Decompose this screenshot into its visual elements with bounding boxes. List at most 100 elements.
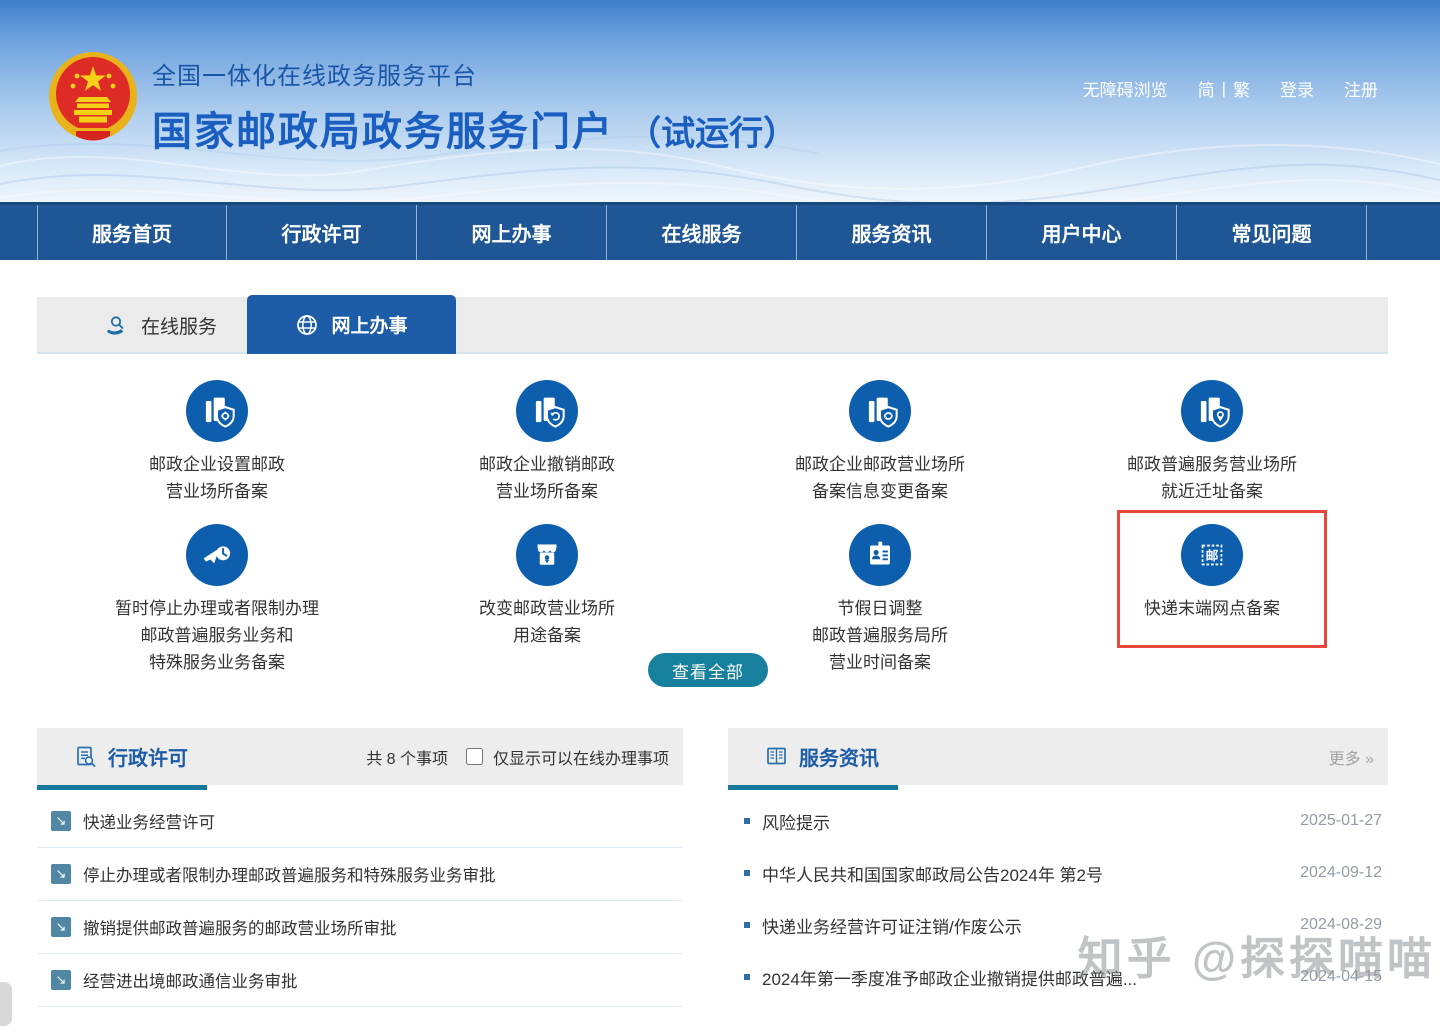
news-item-title: 中华人民共和国国家邮政局公告2024年 第2号 (762, 861, 1103, 886)
service-item-label: 邮政企业邮政营业场所 备案信息变更备案 (795, 451, 965, 505)
service-item-label: 邮政企业撤销邮政 营业场所备案 (479, 451, 615, 505)
service-item-label: 快递末端网点备案 (1144, 595, 1280, 622)
register-link[interactable]: 注册 (1344, 76, 1378, 101)
bullet-icon (744, 818, 750, 824)
panel-title-underline (728, 785, 898, 790)
list-item-revoke-approval[interactable]: ↘ 撤销提供邮政普遍服务的邮政营业场所审批 (37, 901, 683, 954)
service-news-header: 服务资讯 更多 » (728, 728, 1388, 785)
list-item-label: 快递业务经营许可 (83, 809, 215, 833)
lang-traditional-link[interactable]: 繁 (1233, 76, 1250, 101)
service-item-revoke-postal-premises[interactable]: 邮政企业撤销邮政 营业场所备案 (397, 380, 697, 505)
stamp-icon: 邮 (1181, 524, 1243, 586)
list-item-express-license[interactable]: ↘ 快递业务经营许可 (37, 795, 683, 848)
more-link[interactable]: 更多 » (1329, 745, 1374, 769)
tab-online-handling[interactable]: 网上办事 (247, 295, 456, 354)
national-emblem-logo (46, 50, 140, 146)
tab-online-service-label: 在线服务 (141, 312, 217, 339)
online-only-checkbox[interactable] (466, 748, 483, 765)
bullet-icon (744, 974, 750, 980)
list-item-label: 停止办理或者限制办理邮政普遍服务和特殊服务业务审批 (83, 862, 496, 886)
service-news-title: 服务资讯 (765, 742, 879, 771)
nav-item-online-handling[interactable]: 网上办事 (417, 205, 607, 260)
arrow-icon: ↘ (51, 864, 71, 884)
tab-online-handling-label: 网上办事 (331, 311, 407, 338)
list-item-cross-border-approval[interactable]: ↘ 经营进出境邮政通信业务审批 (37, 954, 683, 1007)
nav-item-admin-license[interactable]: 行政许可 (227, 205, 417, 260)
language-switch: 简 | 繁 (1198, 76, 1250, 101)
service-item-change-premises-use[interactable]: 改变邮政营业场所 用途备案 (397, 524, 697, 649)
nav-item-faq[interactable]: 常见问题 (1177, 205, 1367, 260)
service-news-title-text: 服务资讯 (799, 742, 879, 771)
header-links: 无障碍浏览 简 | 繁 登录 注册 (1083, 76, 1378, 101)
arrow-icon: ↘ (51, 917, 71, 937)
item-count-text: 共 8 个事项 (366, 745, 448, 769)
service-item-suspend-services[interactable]: 暂时停止办理或者限制办理 邮政普遍服务业务和 特殊服务业务备案 (67, 524, 367, 676)
docs-shield-gear-icon (186, 380, 248, 442)
panel-title-underline (37, 785, 207, 790)
tab-online-service[interactable]: 在线服务 (77, 297, 245, 354)
service-item-label: 节假日调整 邮政普遍服务局所 营业时间备案 (812, 595, 948, 676)
news-item-q1-2024-approval[interactable]: 2024年第一季度准予邮政企业撤销提供邮政普遍... 2024-04-15 (728, 951, 1388, 1003)
lang-simplified-link[interactable]: 简 (1198, 76, 1215, 101)
nav-item-service-news[interactable]: 服务资讯 (797, 205, 987, 260)
docs-shield-sync-icon (849, 380, 911, 442)
platform-title: 全国一体化在线政务服务平台 (152, 56, 797, 91)
hand-magnifier-icon (105, 314, 129, 338)
site-title-suffix: （试运行） (627, 115, 797, 153)
news-item-date: 2024-09-12 (1300, 864, 1382, 882)
service-item-express-endpoint-filing[interactable]: 邮 快递末端网点备案 (1062, 524, 1362, 622)
list-item-suspend-approval[interactable]: ↘ 停止办理或者限制办理邮政普遍服务和特殊服务业务审批 (37, 848, 683, 901)
online-only-label: 仅显示可以在线办理事项 (493, 745, 669, 769)
site-title-text: 国家邮政局政务服务门户 (152, 110, 614, 154)
admin-license-controls: 共 8 个事项 仅显示可以在线办理事项 (366, 745, 669, 769)
news-item-title: 2024年第一季度准予邮政企业撤销提供邮政普遍... (762, 965, 1137, 990)
docs-shield-undo-icon (516, 380, 578, 442)
nav-item-online-service[interactable]: 在线服务 (607, 205, 797, 260)
accessibility-link[interactable]: 无障碍浏览 (1083, 76, 1168, 101)
service-item-relocation-filing[interactable]: 邮政普遍服务营业场所 就近迁址备案 (1062, 380, 1362, 505)
news-item-title: 快递业务经营许可证注销/作废公示 (762, 913, 1022, 938)
nav-item-user-center[interactable]: 用户中心 (987, 205, 1177, 260)
admin-license-panel: 行政许可 共 8 个事项 仅显示可以在线办理事项 ↘ 快递业务经营许可 ↘ 停止… (37, 728, 683, 1008)
list-item-label: 经营进出境邮政通信业务审批 (83, 968, 298, 992)
admin-license-list: ↘ 快递业务经营许可 ↘ 停止办理或者限制办理邮政普遍服务和特殊服务业务审批 ↘… (37, 795, 683, 1007)
site-title: 国家邮政局政务服务门户 （试运行） (152, 99, 797, 157)
service-item-change-filing-info[interactable]: 邮政企业邮政营业场所 备案信息变更备案 (730, 380, 1030, 505)
service-item-holiday-hours[interactable]: 节假日调整 邮政普遍服务局所 营业时间备案 (730, 524, 1030, 676)
login-link[interactable]: 登录 (1280, 76, 1314, 101)
news-item-risk-notice[interactable]: 风险提示 2025-01-27 (728, 795, 1388, 847)
service-news-list: 风险提示 2025-01-27 中华人民共和国国家邮政局公告2024年 第2号 … (728, 795, 1388, 1003)
service-item-setup-postal-premises[interactable]: 邮政企业设置邮政 营业场所备案 (67, 380, 367, 505)
main-navigation: 服务首页 行政许可 网上办事 在线服务 服务资讯 用户中心 常见问题 (0, 202, 1440, 260)
service-news-panel: 服务资讯 更多 » 风险提示 2025-01-27 中华人民共和国国家邮政局公告… (728, 728, 1388, 1008)
news-item-title: 风险提示 (762, 809, 830, 834)
service-item-label: 邮政企业设置邮政 营业场所备案 (149, 451, 285, 505)
service-tabbar: 在线服务 网上办事 (37, 297, 1388, 354)
news-item-date: 2024-08-29 (1300, 916, 1382, 934)
floating-widget-edge[interactable] (0, 982, 12, 1026)
globe-icon (295, 313, 319, 337)
news-item-date: 2025-01-27 (1300, 812, 1382, 830)
lang-divider: | (1222, 79, 1226, 99)
service-item-label: 暂时停止办理或者限制办理 邮政普遍服务业务和 特殊服务业务备案 (115, 595, 319, 676)
docs-shield-pin-icon (1181, 380, 1243, 442)
bullet-icon (744, 870, 750, 876)
store-pin-icon (516, 524, 578, 586)
admin-license-title: 行政许可 (74, 742, 188, 771)
id-card-icon (849, 524, 911, 586)
admin-license-header: 行政许可 共 8 个事项 仅显示可以在线办理事项 (37, 728, 683, 785)
page-header: 全国一体化在线政务服务平台 国家邮政局政务服务门户 （试运行） 无障碍浏览 简 … (0, 0, 1440, 202)
bullet-icon (744, 922, 750, 928)
news-item-announcement-2024-2[interactable]: 中华人民共和国国家邮政局公告2024年 第2号 2024-09-12 (728, 847, 1388, 899)
view-all-button[interactable]: 查看全部 (648, 653, 768, 687)
services-grid: 邮政企业设置邮政 营业场所备案 邮政企业撤销邮政 营业场所备案 (37, 356, 1388, 712)
news-item-date: 2024-04-15 (1300, 968, 1382, 986)
news-item-license-cancellation[interactable]: 快递业务经营许可证注销/作废公示 2024-08-29 (728, 899, 1388, 951)
newspaper-icon (765, 745, 789, 769)
admin-license-title-text: 行政许可 (108, 742, 188, 771)
document-magnifier-icon (74, 745, 98, 769)
nav-item-home[interactable]: 服务首页 (37, 205, 227, 260)
stamp-character: 邮 (1206, 548, 1219, 563)
list-item-label: 撤销提供邮政普遍服务的邮政营业场所审批 (83, 915, 397, 939)
service-item-label: 邮政普遍服务营业场所 就近迁址备案 (1127, 451, 1297, 505)
